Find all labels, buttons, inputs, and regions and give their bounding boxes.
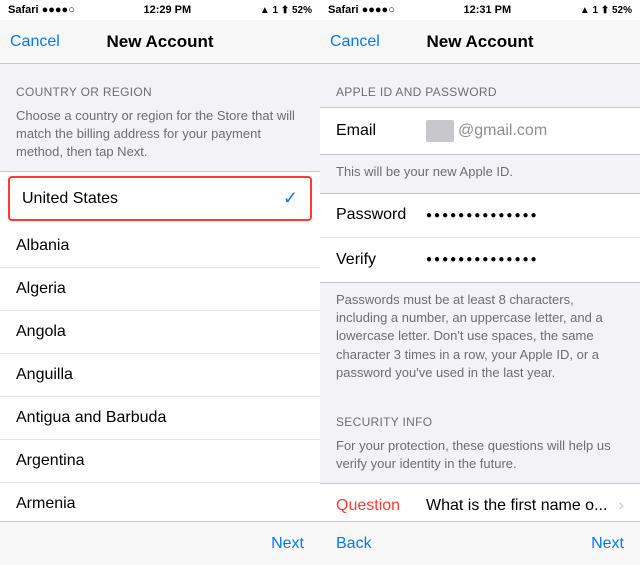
country-name-1: Albania <box>16 237 69 255</box>
status-icons-right: ▲ 1 ⬆ 52% <box>580 5 632 16</box>
country-name-6: Argentina <box>16 452 85 470</box>
email-input-area: @gmail.com <box>426 120 624 142</box>
right-content: APPLE ID AND PASSWORD Email @gmail.com T… <box>320 64 640 521</box>
password-row[interactable]: Password ●●●●●●●●●●●●●● <box>320 194 640 238</box>
country-item-2[interactable]: Algeria <box>0 268 320 311</box>
bottom-bar-right: Back Next <box>320 521 640 565</box>
email-box <box>426 120 454 142</box>
appleid-section-header: APPLE ID AND PASSWORD <box>320 64 640 107</box>
security-section-header: SECURITY INFO <box>320 394 640 437</box>
country-item-6[interactable]: Argentina <box>0 440 320 483</box>
verify-row[interactable]: Verify ●●●●●●●●●●●●●● <box>320 238 640 282</box>
next-button-right[interactable]: Next <box>591 535 624 553</box>
country-name-3: Angola <box>16 323 66 341</box>
nav-title-right: New Account <box>426 32 533 52</box>
back-button-right[interactable]: Back <box>336 535 372 553</box>
country-item-5[interactable]: Antigua and Barbuda <box>0 397 320 440</box>
right-screen: Safari ●●●●○ 12:31 PM ▲ 1 ⬆ 52% Cancel N… <box>320 0 640 565</box>
checkmark-icon: ✓ <box>283 188 298 209</box>
chevron-right-icon-1: › <box>619 497 624 515</box>
country-name-5: Antigua and Barbuda <box>16 409 166 427</box>
status-icons-left: ▲ 1 ⬆ 52% <box>260 5 312 16</box>
email-domain: @gmail.com <box>458 122 624 140</box>
country-name-selected: United States <box>22 190 118 208</box>
question1-label: Question <box>336 497 426 515</box>
password-dots: ●●●●●●●●●●●●●● <box>426 210 624 221</box>
time-right: 12:31 PM <box>463 4 511 16</box>
country-item-1[interactable]: Albania <box>0 225 320 268</box>
nav-bar-left: Cancel New Account <box>0 20 320 64</box>
appleid-form: Email @gmail.com <box>320 107 640 155</box>
security-description: For your protection, these questions wil… <box>320 437 640 483</box>
country-item-4[interactable]: Anguilla <box>0 354 320 397</box>
carrier-left: Safari ●●●●○ <box>8 4 75 16</box>
country-item-3[interactable]: Angola <box>0 311 320 354</box>
email-hint: This will be your new Apple ID. <box>320 155 640 193</box>
password-label: Password <box>336 206 426 224</box>
nav-bar-right: Cancel New Account <box>320 20 640 64</box>
next-button-left[interactable]: Next <box>271 535 304 553</box>
country-section-description: Choose a country or region for the Store… <box>0 107 320 172</box>
country-name-4: Anguilla <box>16 366 73 384</box>
left-content: COUNTRY OR REGION Choose a country or re… <box>0 64 320 521</box>
question1-value: What is the first name o... <box>426 497 619 515</box>
password-form: Password ●●●●●●●●●●●●●● Verify ●●●●●●●●●… <box>320 193 640 283</box>
country-name-2: Algeria <box>16 280 66 298</box>
password-hint: Passwords must be at least 8 characters,… <box>320 283 640 394</box>
status-bar-right: Safari ●●●●○ 12:31 PM ▲ 1 ⬆ 52% <box>320 0 640 20</box>
carrier-right: Safari ●●●●○ <box>328 4 395 16</box>
country-section-header: COUNTRY OR REGION <box>0 64 320 107</box>
bottom-bar-left: Next <box>0 521 320 565</box>
country-item-selected[interactable]: United States ✓ <box>8 176 312 221</box>
left-screen: Safari ●●●●○ 12:29 PM ▲ 1 ⬆ 52% Cancel N… <box>0 0 320 565</box>
cancel-button-left[interactable]: Cancel <box>10 33 60 51</box>
verify-label: Verify <box>336 251 426 269</box>
country-item-7[interactable]: Armenia <box>0 483 320 521</box>
nav-title-left: New Account <box>106 32 213 52</box>
verify-dots: ●●●●●●●●●●●●●● <box>426 254 624 265</box>
question1-row[interactable]: Question What is the first name o... › <box>320 484 640 521</box>
cancel-button-right[interactable]: Cancel <box>330 33 380 51</box>
email-label: Email <box>336 122 426 140</box>
status-bar-left: Safari ●●●●○ 12:29 PM ▲ 1 ⬆ 52% <box>0 0 320 20</box>
time-left: 12:29 PM <box>143 4 191 16</box>
email-row[interactable]: Email @gmail.com <box>320 108 640 154</box>
country-name-7: Armenia <box>16 495 76 513</box>
security-form: Question What is the first name o... › A… <box>320 483 640 521</box>
